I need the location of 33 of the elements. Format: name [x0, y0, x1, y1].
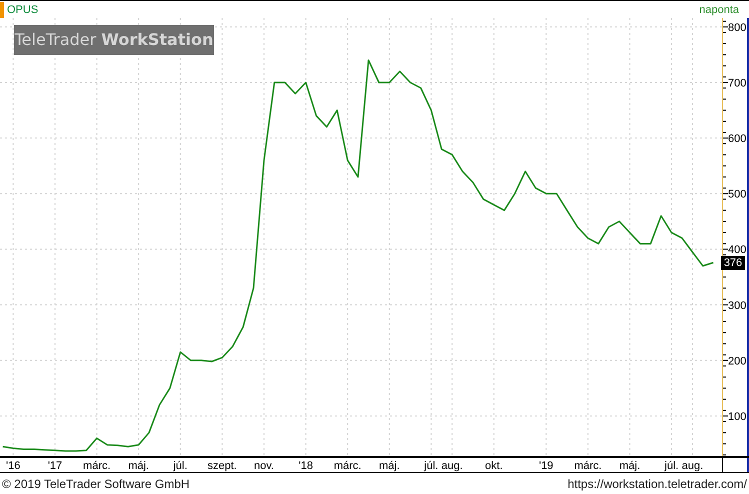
axis-label: aug. [682, 460, 704, 472]
axis-label: '17 [48, 460, 62, 472]
symbol-marker [0, 2, 4, 18]
interval-label: naponta [699, 4, 739, 16]
axis-label: 800 [728, 22, 746, 34]
axis-label: máj. [619, 460, 640, 472]
axis-label: '19 [538, 460, 554, 472]
axis-label: márc. [334, 460, 362, 472]
axis-label: '16 [6, 460, 20, 472]
axis-label: júl. [173, 460, 188, 472]
axis-label: okt. [485, 460, 503, 472]
copyright-text: © 2019 TeleTrader Software GmbH [2, 476, 190, 490]
axis-label: 500 [728, 188, 746, 201]
axis-label: máj. [379, 460, 400, 472]
axis-label: 100 [728, 410, 746, 423]
axis-label: 200 [728, 355, 746, 368]
axis-label: 400 [728, 244, 746, 256]
axis-label: '18 [298, 460, 313, 472]
axis-label: júl. [424, 460, 438, 472]
axis-label: márc. [574, 460, 602, 472]
axis-label: júl. [664, 460, 679, 472]
axis-label: aug. [441, 460, 463, 472]
last-price-tag: 376 [721, 256, 745, 270]
axis-label: 300 [728, 300, 746, 312]
logo-banner: TeleTrader WorkStation [14, 25, 214, 55]
axis-label: márc. [83, 460, 111, 472]
url-text: https://workstation.teletrader.com/ [568, 476, 747, 490]
symbol-label: OPUS [7, 4, 38, 16]
axis-label: nov. [254, 460, 274, 472]
axis-label: 600 [728, 133, 746, 146]
axis-label: 700 [728, 77, 746, 90]
axis-label: szept. [208, 460, 237, 472]
axis-label: máj. [128, 460, 149, 472]
